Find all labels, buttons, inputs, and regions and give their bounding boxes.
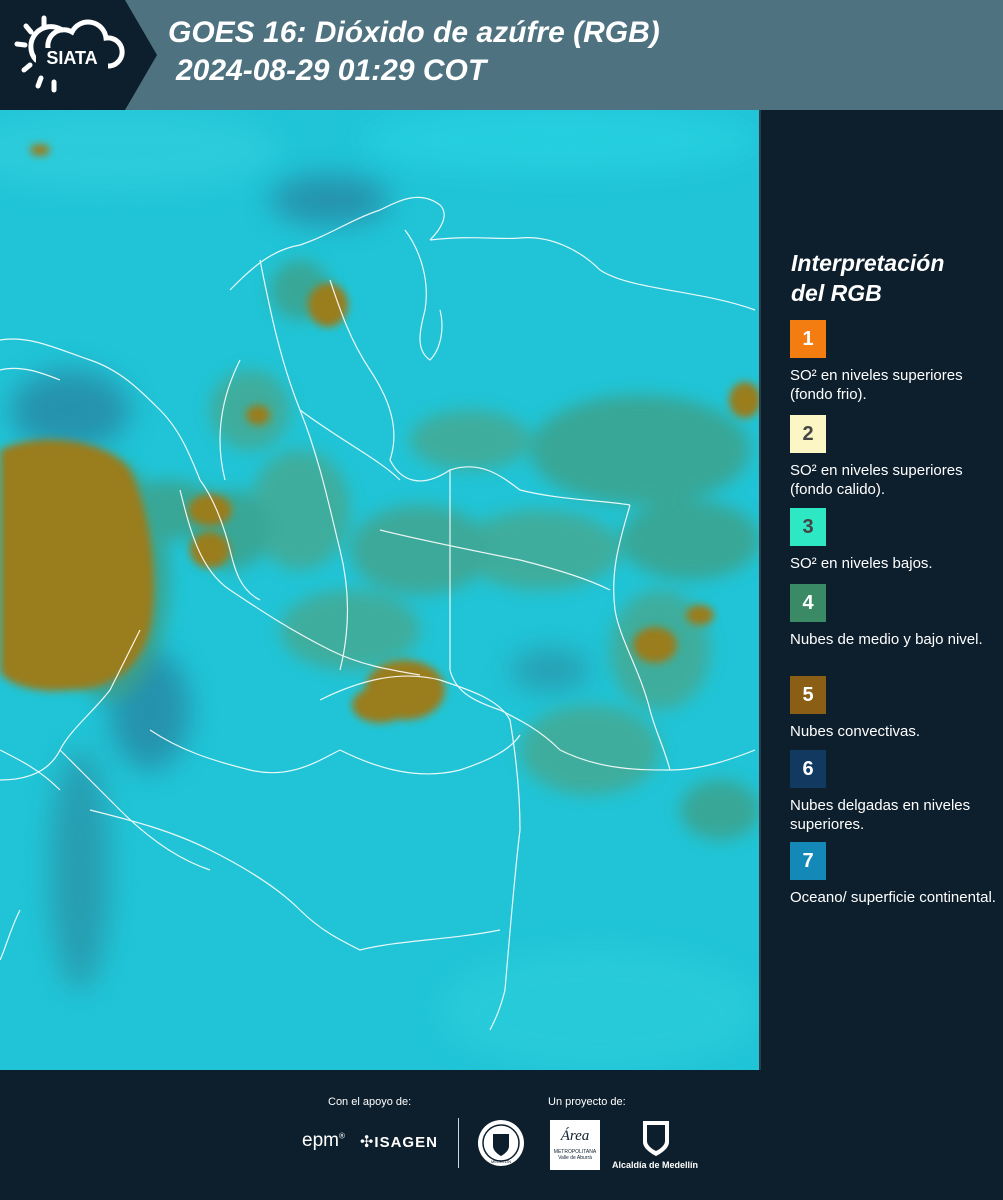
satellite-map[interactable] [0,110,759,1070]
legend-label-7: Oceano/ superficie continental. [790,889,996,906]
legend-item-7: 7 Oceano/ superficie continental. [790,842,1000,907]
legend-item-1: 1 SO² en niveles superiores (fondo frio)… [790,320,1000,404]
legend-label-1: SO² en niveles superiores (fondo frio). [790,367,963,403]
medellin-seal-logo: MEDELLÍN [478,1120,524,1166]
header-bar: SIATA GOES 16: Dióxido de azúfre (RGB) 2… [0,0,1003,110]
legend-item-2: 2 SO² en niveles superiores (fondo calid… [790,415,1000,515]
page-title: GOES 16: Dióxido de azúfre (RGB) 2024-08… [168,14,660,90]
rgb-composite-image [0,110,759,1070]
legend-label-6: Nubes delgadas en niveles superiores. [790,797,971,833]
isagen-logo: ✣ISAGEN [360,1134,438,1151]
alcaldia-shield-icon [643,1121,669,1156]
legend-swatch-6: 6 [790,750,826,788]
alcaldia-label: Alcaldía de Medellín [612,1160,699,1170]
legend-swatch-4: 4 [790,584,826,622]
title-product: GOES 16: Dióxido de azúfre (RGB) [168,16,660,49]
legend-number-2: 2 [802,422,814,445]
area-metropolitana-logo: Área METROPOLITANA Valle de Aburrá [550,1120,600,1170]
legend-item-6: 6 Nubes delgadas en niveles superiores. [790,750,1000,834]
legend-label-3: SO² en niveles bajos. [790,555,933,572]
legend-item-3: 3 SO² en niveles bajos. [790,508,1000,573]
footer-divider [458,1118,459,1168]
legend-swatch-7: 7 [790,842,826,880]
logo-text: SIATA [46,48,97,68]
epm-logo: epm® [302,1130,345,1151]
legend-label-4: Nubes de medio y bajo nivel. [790,631,983,648]
svg-text:MEDELLÍN: MEDELLÍN [491,1159,511,1164]
support-label: Con el apoyo de: [328,1096,412,1108]
legend-swatch-1: 1 [790,320,826,358]
legend-label-2: SO² en niveles superiores (fondo calido)… [790,462,963,498]
legend-number-7: 7 [802,849,814,872]
siata-logo: SIATA [14,15,125,93]
legend-number-6: 6 [802,757,814,780]
legend-title: Interpretación del RGB [791,248,944,308]
project-label: Un proyecto de: [548,1096,626,1108]
legend-swatch-2: 2 [790,415,826,453]
footer-bar: Con el apoyo de: Un proyecto de: epm® ✣I… [0,1070,1003,1200]
legend-number-5: 5 [802,683,814,706]
legend-number-3: 3 [802,515,814,538]
legend-label-5: Nubes convectivas. [790,723,921,740]
legend-title-line2: del RGB [791,280,882,306]
isagen-icon: ✣ [360,1134,375,1151]
legend-title-line1: Interpretación [791,250,945,276]
title-timestamp: 2024-08-29 01:29 COT [176,54,487,87]
legend-number-1: 1 [802,327,814,350]
legend-swatch-3: 3 [790,508,826,546]
legend-item-4: 4 Nubes de medio y bajo nivel. [790,584,1000,649]
legend-swatch-5: 5 [790,676,826,714]
legend-item-5: 5 Nubes convectivas. [790,676,1000,741]
legend-panel: Interpretación del RGB 1 SO² en niveles … [759,110,1003,1070]
legend-number-4: 4 [802,591,814,614]
